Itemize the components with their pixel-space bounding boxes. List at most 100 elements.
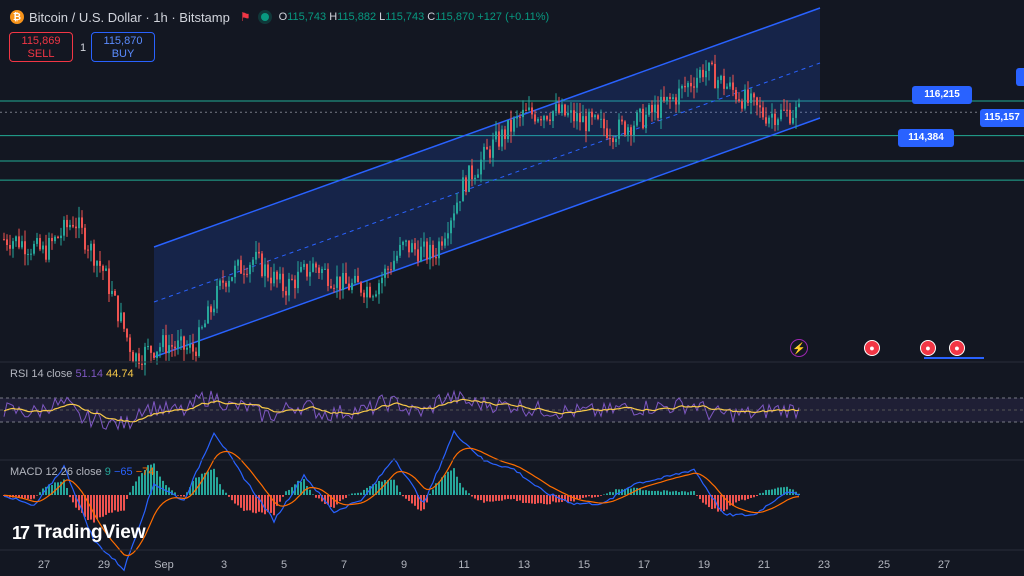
macd-histogram-bar xyxy=(654,491,656,495)
x-tick-label: 13 xyxy=(517,559,531,571)
candle-body xyxy=(582,116,584,123)
macd-legend[interactable]: MACD 12 26 close 9 −65 −74 xyxy=(10,466,154,478)
chart-canvas[interactable] xyxy=(0,0,1024,576)
price-tag[interactable]: 116,215 xyxy=(912,86,972,104)
candle-body xyxy=(285,291,287,296)
candle-body xyxy=(552,111,554,122)
candle-body xyxy=(369,286,371,298)
ohlc-readout: O115,743 H115,882 L115,743 C115,870 +127… xyxy=(278,11,550,23)
candle-body xyxy=(447,233,449,239)
candle-body xyxy=(549,119,551,122)
macd-histogram-bar xyxy=(54,482,56,495)
macd-histogram-bar xyxy=(471,495,473,497)
us-flag-event-icon[interactable]: ● xyxy=(949,340,965,356)
candle-body xyxy=(666,96,668,101)
macd-histogram-bar xyxy=(228,495,230,497)
us-flag-event-icon[interactable]: ● xyxy=(920,340,936,356)
macd-histogram-bar xyxy=(285,491,287,495)
macd-histogram-bar xyxy=(675,490,677,495)
macd-histogram-bar xyxy=(582,495,584,498)
candle-body xyxy=(315,263,317,268)
macd-histogram-bar xyxy=(123,495,125,511)
macd-histogram-bar xyxy=(678,492,680,495)
candle-body xyxy=(321,268,323,273)
macd-histogram-bar xyxy=(504,495,506,500)
candle-body xyxy=(354,275,356,283)
lightning-event-icon[interactable]: ⚡ xyxy=(790,339,808,357)
buy-button[interactable]: 115,870 BUY xyxy=(91,32,155,62)
candle-body xyxy=(324,268,326,270)
price-tag[interactable]: 115,157 xyxy=(980,109,1024,127)
macd-histogram-bar xyxy=(612,492,614,495)
macd-histogram-bar xyxy=(543,495,545,505)
candle-body xyxy=(753,93,755,98)
macd-histogram-bar xyxy=(786,486,788,495)
macd-histogram-bar xyxy=(774,488,776,495)
macd-histogram-bar xyxy=(249,495,251,511)
x-tick-label: 3 xyxy=(220,559,228,571)
macd-histogram-bar xyxy=(753,495,755,498)
candle-body xyxy=(480,159,482,175)
symbol-title[interactable]: Bitcoin / U.S. Dollar · 1h · Bitstamp xyxy=(29,10,230,25)
candle-body xyxy=(597,115,599,119)
candle-body xyxy=(168,345,170,354)
candle-body xyxy=(435,257,437,259)
candle-body xyxy=(423,241,425,247)
macd-histogram-bar xyxy=(357,492,359,495)
candle-body xyxy=(132,351,134,363)
sell-button[interactable]: 115,869 SELL xyxy=(9,32,73,62)
candle-body xyxy=(207,306,209,324)
x-tick-label: 7 xyxy=(340,559,348,571)
candle-body xyxy=(465,177,467,192)
macd-histogram-bar xyxy=(453,468,455,495)
macd-histogram-bar xyxy=(459,482,461,495)
x-tick-label: 17 xyxy=(637,559,651,571)
ohlc-close: 115,870 xyxy=(435,11,475,23)
macd-histogram-bar xyxy=(540,495,542,504)
market-open-indicator xyxy=(260,13,269,21)
candle-body xyxy=(690,82,692,87)
macd-histogram-bar xyxy=(384,479,386,495)
candle-body xyxy=(276,271,278,280)
candle-body xyxy=(99,261,101,266)
tradingview-logo[interactable]: 17 TradingView xyxy=(12,522,146,544)
candle-body xyxy=(456,202,458,214)
candle-body xyxy=(615,138,617,143)
candle-body xyxy=(729,82,731,87)
candle-body xyxy=(765,117,767,124)
macd-histogram-bar xyxy=(516,495,518,502)
candle-body xyxy=(264,264,266,277)
bitcoin-icon: ₿ xyxy=(10,10,24,24)
candle-body xyxy=(153,352,155,358)
candle-body xyxy=(309,271,311,277)
ohlc-open: 115,743 xyxy=(287,11,327,23)
candle-body xyxy=(768,117,770,124)
candle-body xyxy=(219,280,221,286)
rsi-legend[interactable]: RSI 14 close 51.14 44.74 xyxy=(10,368,134,380)
candle-body xyxy=(591,111,593,118)
candle-body xyxy=(771,113,773,118)
x-tick-label: 5 xyxy=(280,559,288,571)
flag-icon[interactable]: ⚑ xyxy=(240,10,251,24)
us-flag-event-icon[interactable]: ● xyxy=(864,340,880,356)
candle-body xyxy=(330,285,332,288)
macd-histogram-bar xyxy=(15,495,17,497)
candle-body xyxy=(429,244,431,260)
candle-body xyxy=(147,345,149,347)
price-tag-cutoff[interactable] xyxy=(1016,68,1024,86)
candle-body xyxy=(654,104,656,113)
macd-histogram-bar xyxy=(207,471,209,495)
macd-histogram-bar xyxy=(669,491,671,495)
macd-histogram-bar xyxy=(588,495,590,497)
candle-body xyxy=(528,107,530,111)
candle-body xyxy=(351,282,353,290)
price-tag[interactable]: 114,384 xyxy=(898,129,954,147)
candle-body xyxy=(639,108,641,113)
candle-body xyxy=(108,268,110,295)
candle-body xyxy=(120,312,122,322)
candle-body xyxy=(189,343,191,348)
rsi-ma-value: 44.74 xyxy=(106,368,134,380)
macd-histogram-bar xyxy=(456,476,458,495)
candle-body xyxy=(51,237,53,242)
candle-body xyxy=(585,116,587,132)
